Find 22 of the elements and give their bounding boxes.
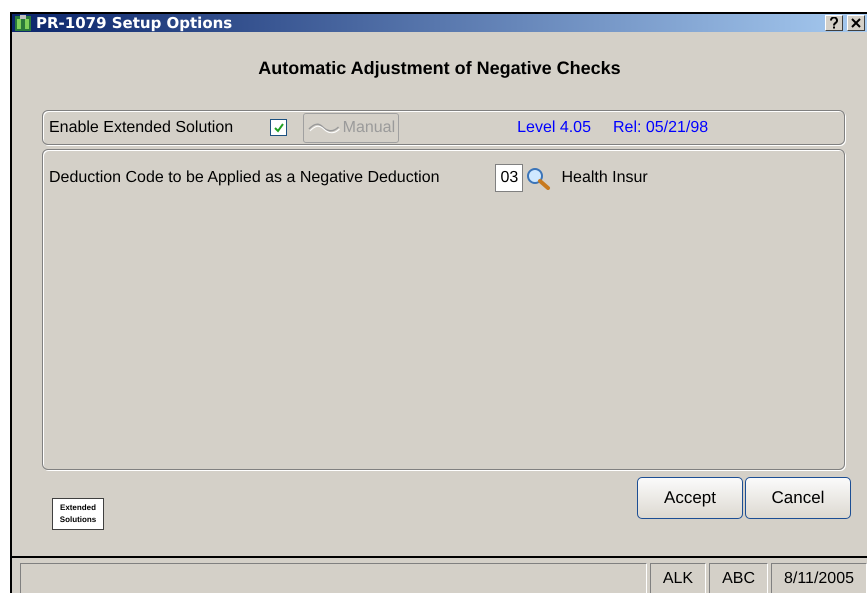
deduction-description: Health Insur [561, 169, 648, 188]
deduction-label: Deduction Code to be Applied as a Negative Deduction [49, 169, 440, 188]
level-label: Level 4.05 [517, 118, 591, 137]
enable-label: Enable Extended Solution [49, 118, 234, 137]
window-title: PR-1079 Setup Options [36, 14, 234, 32]
app-icon [14, 14, 32, 32]
help-button[interactable] [825, 15, 843, 32]
close-icon [851, 18, 861, 28]
close-button[interactable] [847, 15, 865, 32]
enable-checkbox[interactable] [270, 119, 288, 136]
dialog-heading: Automatic Adjustment of Negative Checks [257, 58, 622, 80]
release-label: Rel: 05/21/98 [612, 118, 708, 137]
status-field: ALK [650, 562, 706, 593]
check-mark-icon [272, 122, 285, 134]
question-mark-icon [829, 17, 839, 30]
status-field: ABC [709, 562, 768, 593]
cancel-button[interactable]: Cancel [745, 476, 851, 519]
deduction-code-field[interactable]: 03 [495, 164, 524, 192]
search-icon[interactable] [525, 166, 552, 190]
accept-button[interactable]: Accept [637, 476, 743, 519]
extended-solutions-logo: Extended Solutions [52, 498, 104, 530]
status-field: 8/11/2005 [771, 562, 867, 593]
